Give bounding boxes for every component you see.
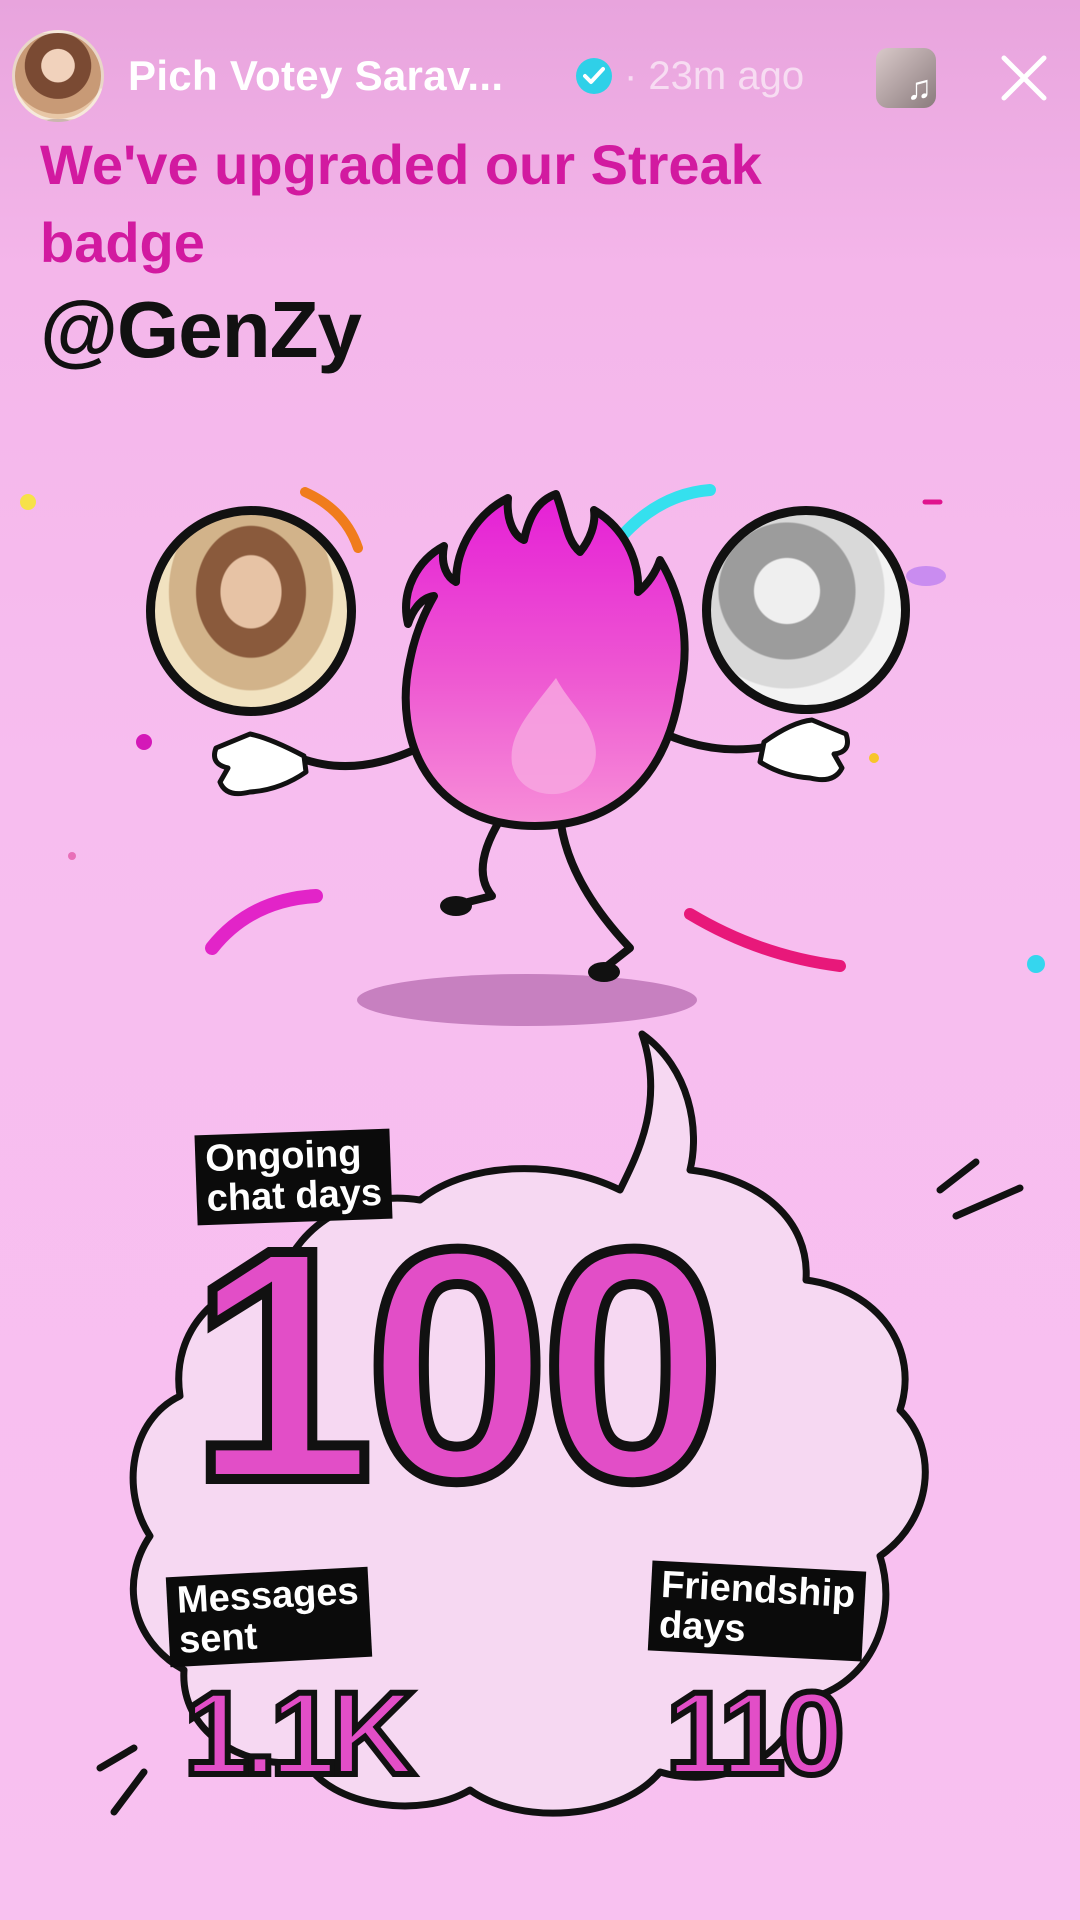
left-hand <box>212 731 309 797</box>
ongoing-chat-days-value: 100 <box>185 1180 730 1549</box>
mascot-shadow <box>357 974 697 1026</box>
friendship-days-value: 110 <box>663 1668 847 1800</box>
friendship-days-label: Friendship days <box>647 1560 867 1662</box>
messages-sent-label: Messages sent <box>165 1566 372 1668</box>
user-photo-right <box>702 506 910 714</box>
right-hand <box>757 717 850 783</box>
story-view: Pich Votey Sarav... · 23m ago ♫ We've up… <box>0 0 1080 1920</box>
messages-sent-value: 1.1K <box>181 1668 418 1800</box>
streak-illustration <box>20 484 1045 1817</box>
user-photo-left <box>146 506 356 716</box>
